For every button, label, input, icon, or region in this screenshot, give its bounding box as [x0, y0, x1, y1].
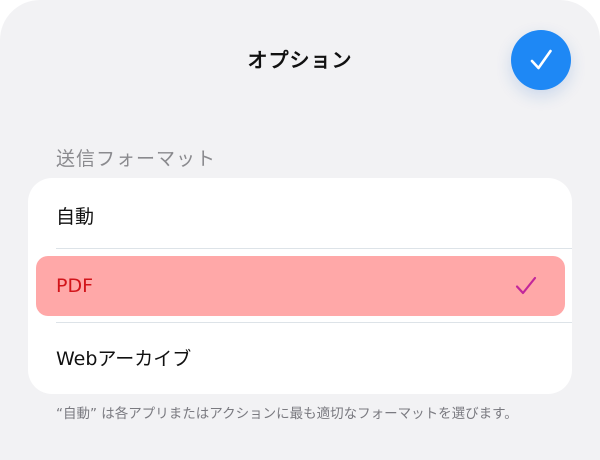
format-option-label: 自動 [56, 205, 95, 228]
format-option-auto[interactable]: 自動 [28, 184, 572, 246]
format-option-web-archive[interactable]: Webアーカイブ [28, 326, 572, 388]
sheet-title: オプション [247, 48, 353, 72]
divider [56, 322, 572, 323]
checkmark-icon [530, 49, 552, 70]
checkmark-icon [515, 276, 537, 295]
divider [56, 248, 572, 249]
format-option-label: Webアーカイブ [56, 347, 192, 370]
done-button[interactable] [511, 30, 571, 90]
format-option-label: PDF [56, 275, 94, 297]
format-option-pdf[interactable]: PDF [36, 256, 565, 316]
format-footnote: “自動” は各アプリまたはアクションに最も適切なフォーマットを選びます。 [56, 406, 518, 422]
section-header-send-format: 送信フォーマット [56, 148, 217, 170]
options-sheet: オプション 送信フォーマット 自動 Webアーカイブ PDF “自動” は各アプ… [0, 0, 600, 460]
